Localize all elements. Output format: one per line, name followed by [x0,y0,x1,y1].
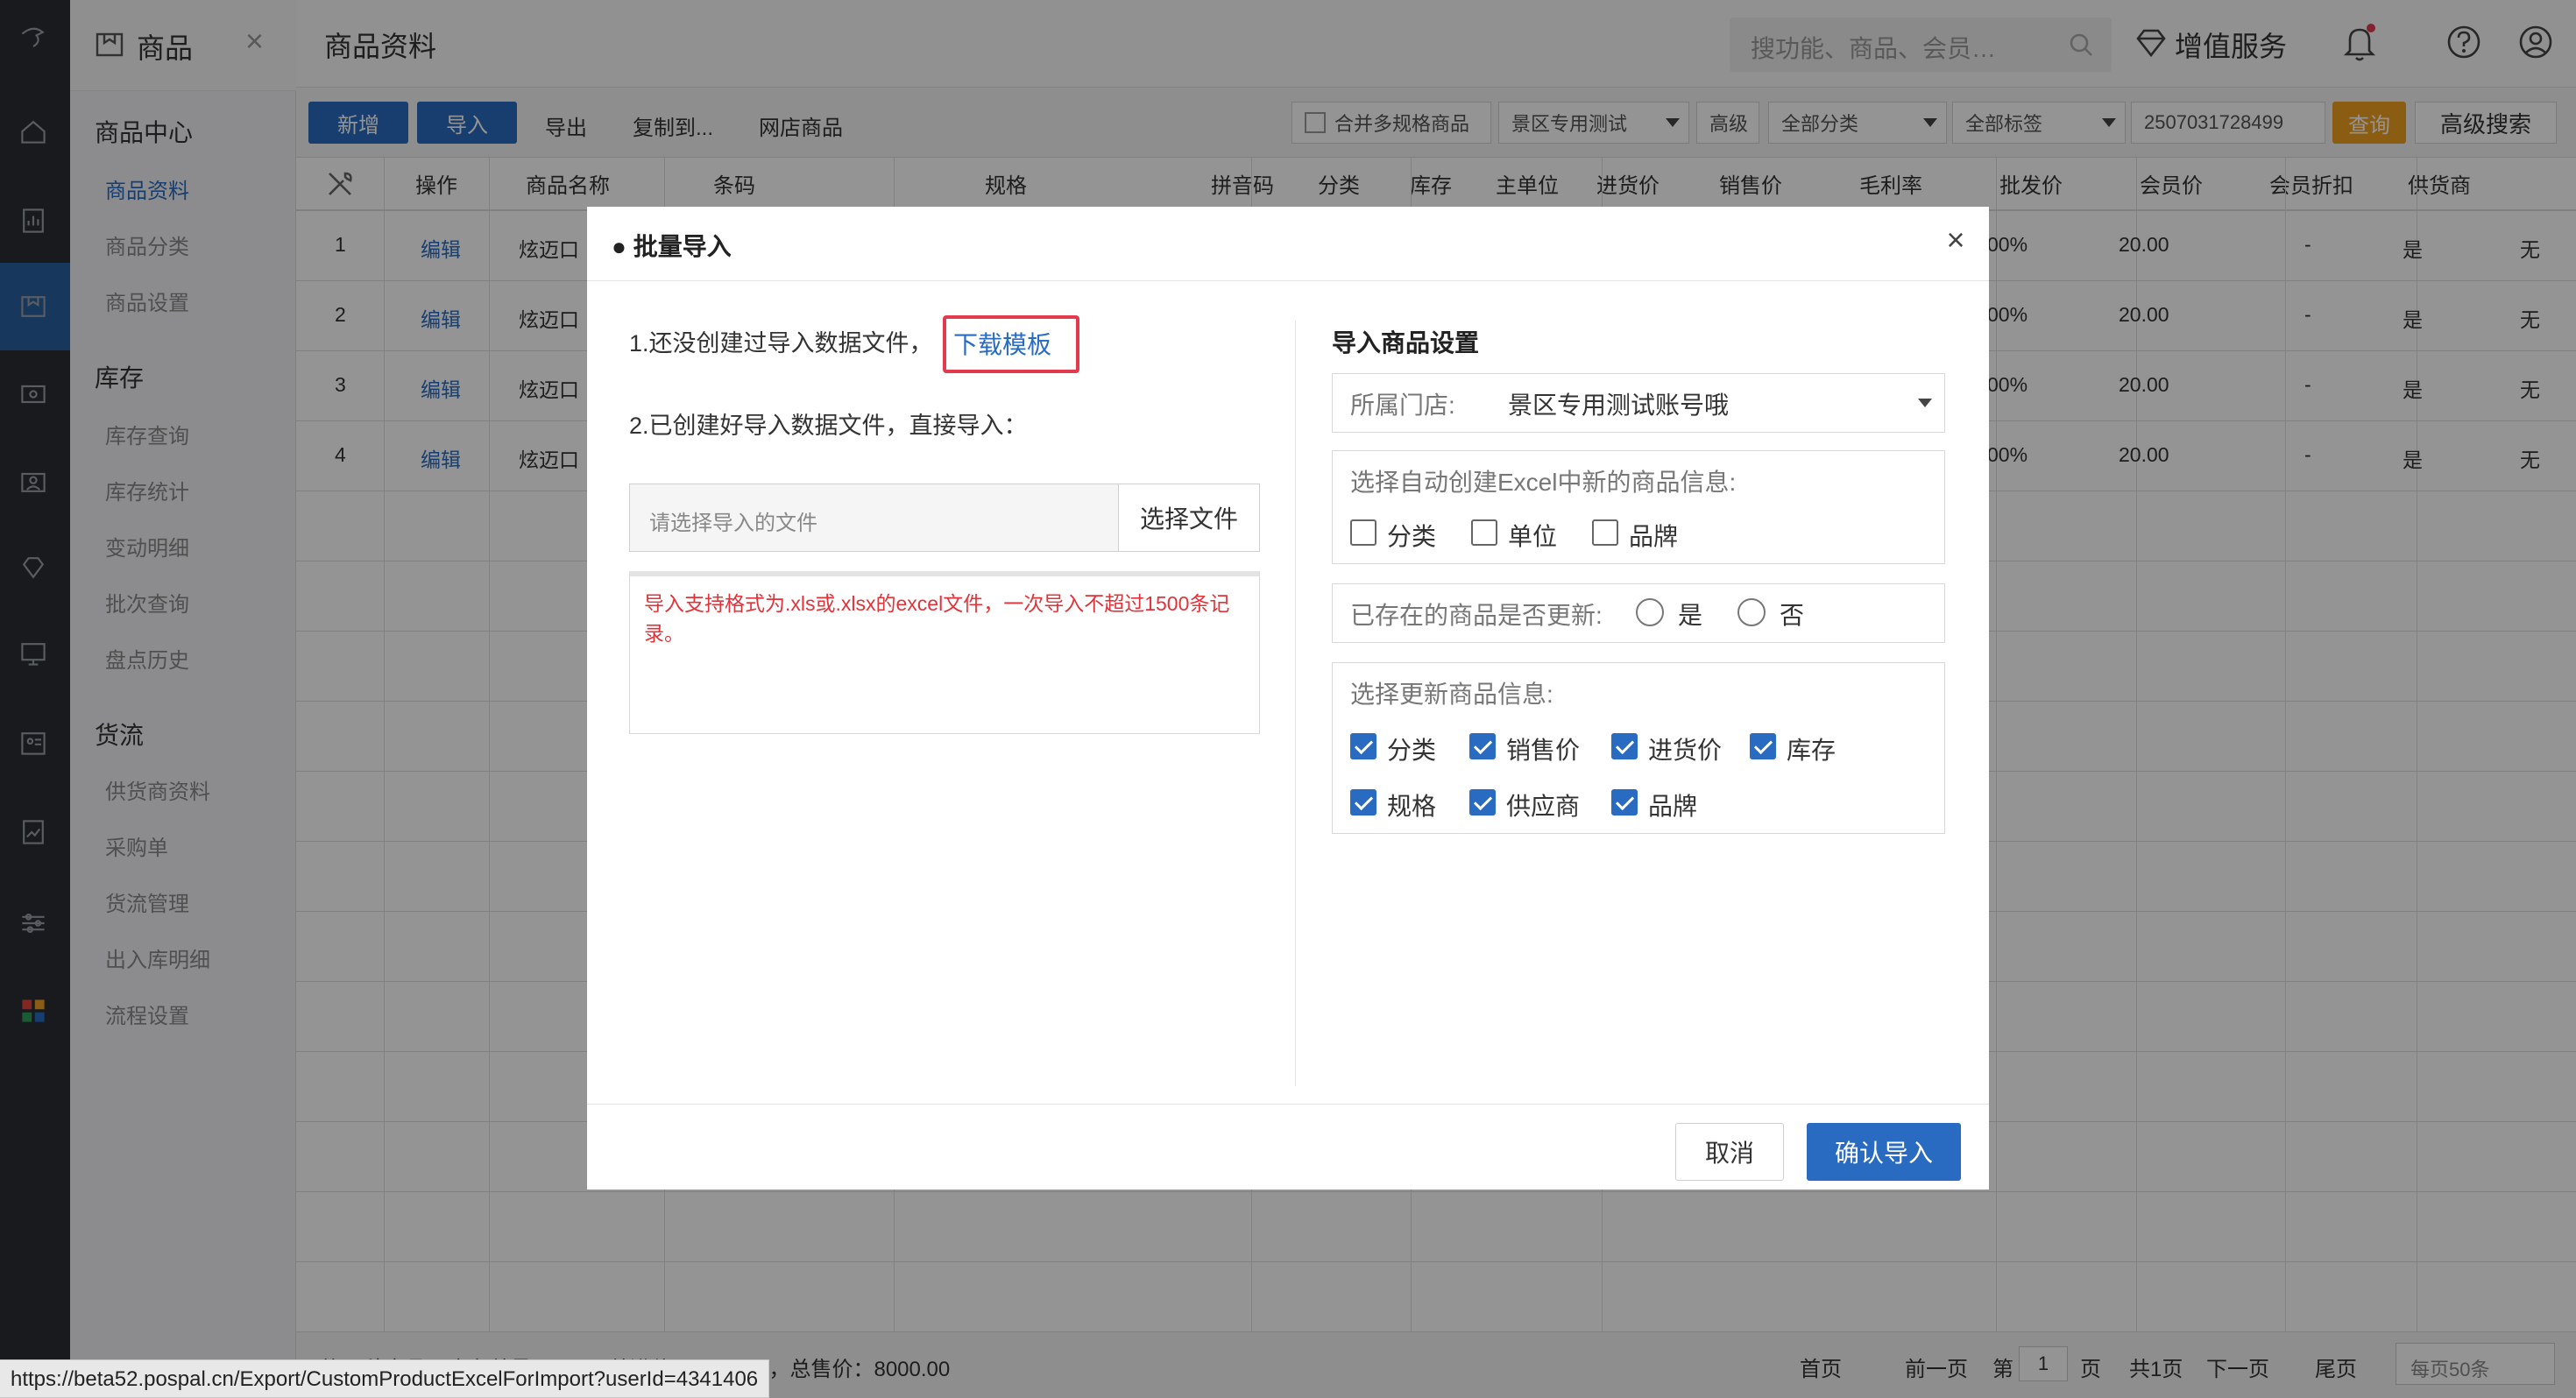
store-value: 景区专用测试账号哦 [1508,392,1730,419]
update-brand-checkbox[interactable] [1611,789,1638,816]
divider [587,1104,1989,1105]
checkbox-label: 销售价 [1506,737,1581,764]
auto-create-brand-checkbox[interactable] [1592,519,1618,546]
update-category-checkbox[interactable] [1350,733,1376,759]
checkbox-label: 单位 [1508,523,1558,550]
file-path-input[interactable]: 请选择导入的文件 [629,484,1137,552]
divider [587,280,1989,281]
checkbox-label: 库存 [1787,737,1836,764]
update-stock-checkbox[interactable] [1750,733,1776,759]
cancel-button[interactable]: 取消 [1675,1123,1784,1181]
settings-title: 导入商品设置 [1332,329,1480,357]
auto-create-category-checkbox[interactable] [1350,519,1376,546]
confirm-import-button[interactable]: 确认导入 [1807,1123,1961,1181]
update-no-radio[interactable] [1737,598,1766,626]
import-notice: 导入支持格式为.xls或.xlsx的excel文件，一次导入不超过1500条记录… [629,571,1260,734]
close-icon[interactable]: × [1938,222,1973,258]
checkbox-label: 规格 [1387,793,1437,820]
auto-create-unit-checkbox[interactable] [1471,519,1497,546]
store-label: 所属门店: [1350,392,1455,419]
update-yes-radio[interactable] [1636,598,1664,626]
checkbox-label: 品牌 [1629,523,1679,550]
batch-import-dialog: ● 批量导入 × 1.还没创建过导入数据文件， 下载模板 2.已创建好导入数据文… [587,207,1989,1190]
update-sale-price-checkbox[interactable] [1469,733,1496,759]
checkbox-label: 品牌 [1648,793,1698,820]
update-purchase-price-checkbox[interactable] [1611,733,1638,759]
auto-create-box: 选择自动创建Excel中新的商品信息: 分类 单位 品牌 [1332,450,1945,564]
auto-create-label: 选择自动创建Excel中新的商品信息: [1350,469,1737,496]
store-select[interactable]: 所属门店: 景区专用测试账号哦 [1332,373,1945,433]
step1-text: 1.还没创建过导入数据文件， [629,330,933,357]
update-existing-label: 已存在的商品是否更新: [1350,602,1603,629]
file-input-placeholder: 请选择导入的文件 [649,512,817,535]
divider [1295,321,1296,1086]
choose-file-button[interactable]: 选择文件 [1118,484,1260,552]
status-bar-url: https://beta52.pospal.cn/Export/CustomPr… [0,1359,770,1398]
radio-label: 是 [1678,602,1703,629]
step2-text: 2.已创建好导入数据文件，直接导入： [629,413,1028,439]
chevron-down-icon [1918,399,1932,407]
checkbox-label: 进货价 [1648,737,1723,764]
update-spec-checkbox[interactable] [1350,789,1376,816]
update-fields-label: 选择更新商品信息: [1350,681,1553,708]
checkbox-label: 分类 [1387,737,1437,764]
checkbox-label: 分类 [1387,523,1437,550]
update-supplier-checkbox[interactable] [1469,789,1496,816]
checkbox-label: 供应商 [1506,793,1581,820]
download-template-link[interactable]: 下载模板 [953,326,1051,361]
update-fields-box: 选择更新商品信息: 分类 销售价 进货价 库存 规格 供应商 品牌 [1332,662,1945,834]
dialog-title: ● 批量导入 [612,233,732,260]
radio-label: 否 [1780,602,1805,629]
update-existing-box: 已存在的商品是否更新: 是 否 [1332,583,1945,643]
